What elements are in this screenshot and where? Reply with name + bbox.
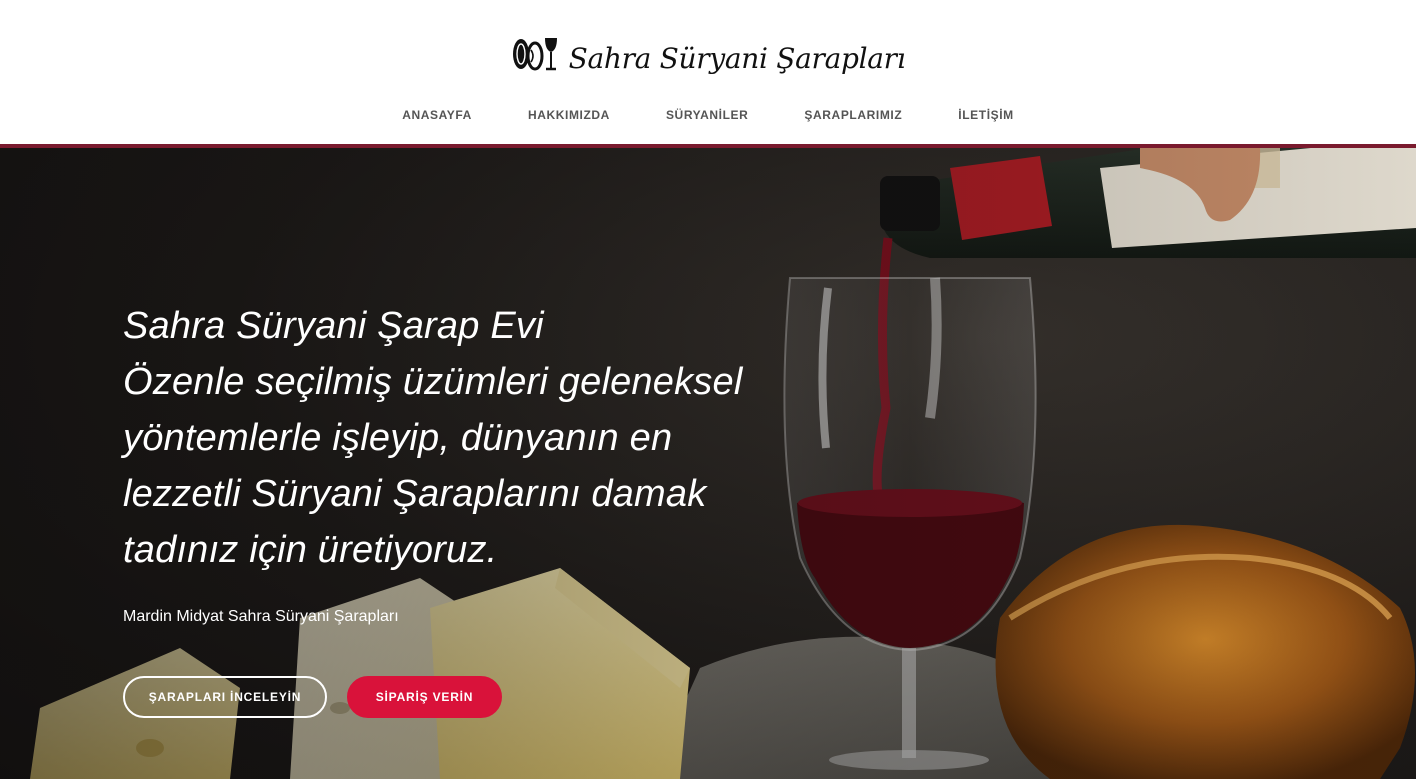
place-order-button[interactable]: SİPARİŞ VERİN — [347, 676, 502, 718]
nav-item-suryaniler[interactable]: SÜRYANİLER — [666, 104, 748, 126]
browse-wines-button[interactable]: ŞARAPLARI İNCELEYİN — [123, 676, 327, 718]
site-header: Sahra Süryani Şarapları ANASAYFA HAKKIMI… — [0, 0, 1416, 148]
logo-mark-icon — [512, 38, 557, 71]
site-logo[interactable]: Sahra Süryani Şarapları — [0, 34, 1416, 75]
nav-item-saraplarimiz[interactable]: ŞARAPLARIMIZ — [804, 104, 902, 126]
hero-buttons: ŞARAPLARI İNCELEYİN SİPARİŞ VERİN — [123, 676, 502, 718]
hero-section: Sahra Süryani Şarap Evi Özenle seçilmiş … — [0, 148, 1416, 779]
logo-text: Sahra Süryani Şarapları — [568, 41, 906, 75]
hero-subtitle: Mardin Midyat Sahra Süryani Şarapları — [123, 608, 399, 625]
nav-item-iletisim[interactable]: İLETİŞİM — [958, 104, 1013, 126]
nav-item-hakkimizda[interactable]: HAKKIMIZDA — [528, 104, 610, 126]
hero-title: Sahra Süryani Şarap Evi — [123, 305, 544, 347]
hero-content: Sahra Süryani Şarap Evi Özenle seçilmiş … — [123, 298, 783, 626]
nav-item-anasayfa[interactable]: ANASAYFA — [402, 104, 472, 126]
hero-lead: Özenle seçilmiş üzümleri geleneksel yönt… — [123, 361, 743, 571]
main-nav: ANASAYFA HAKKIMIZDA SÜRYANİLER ŞARAPLARI… — [0, 104, 1416, 126]
